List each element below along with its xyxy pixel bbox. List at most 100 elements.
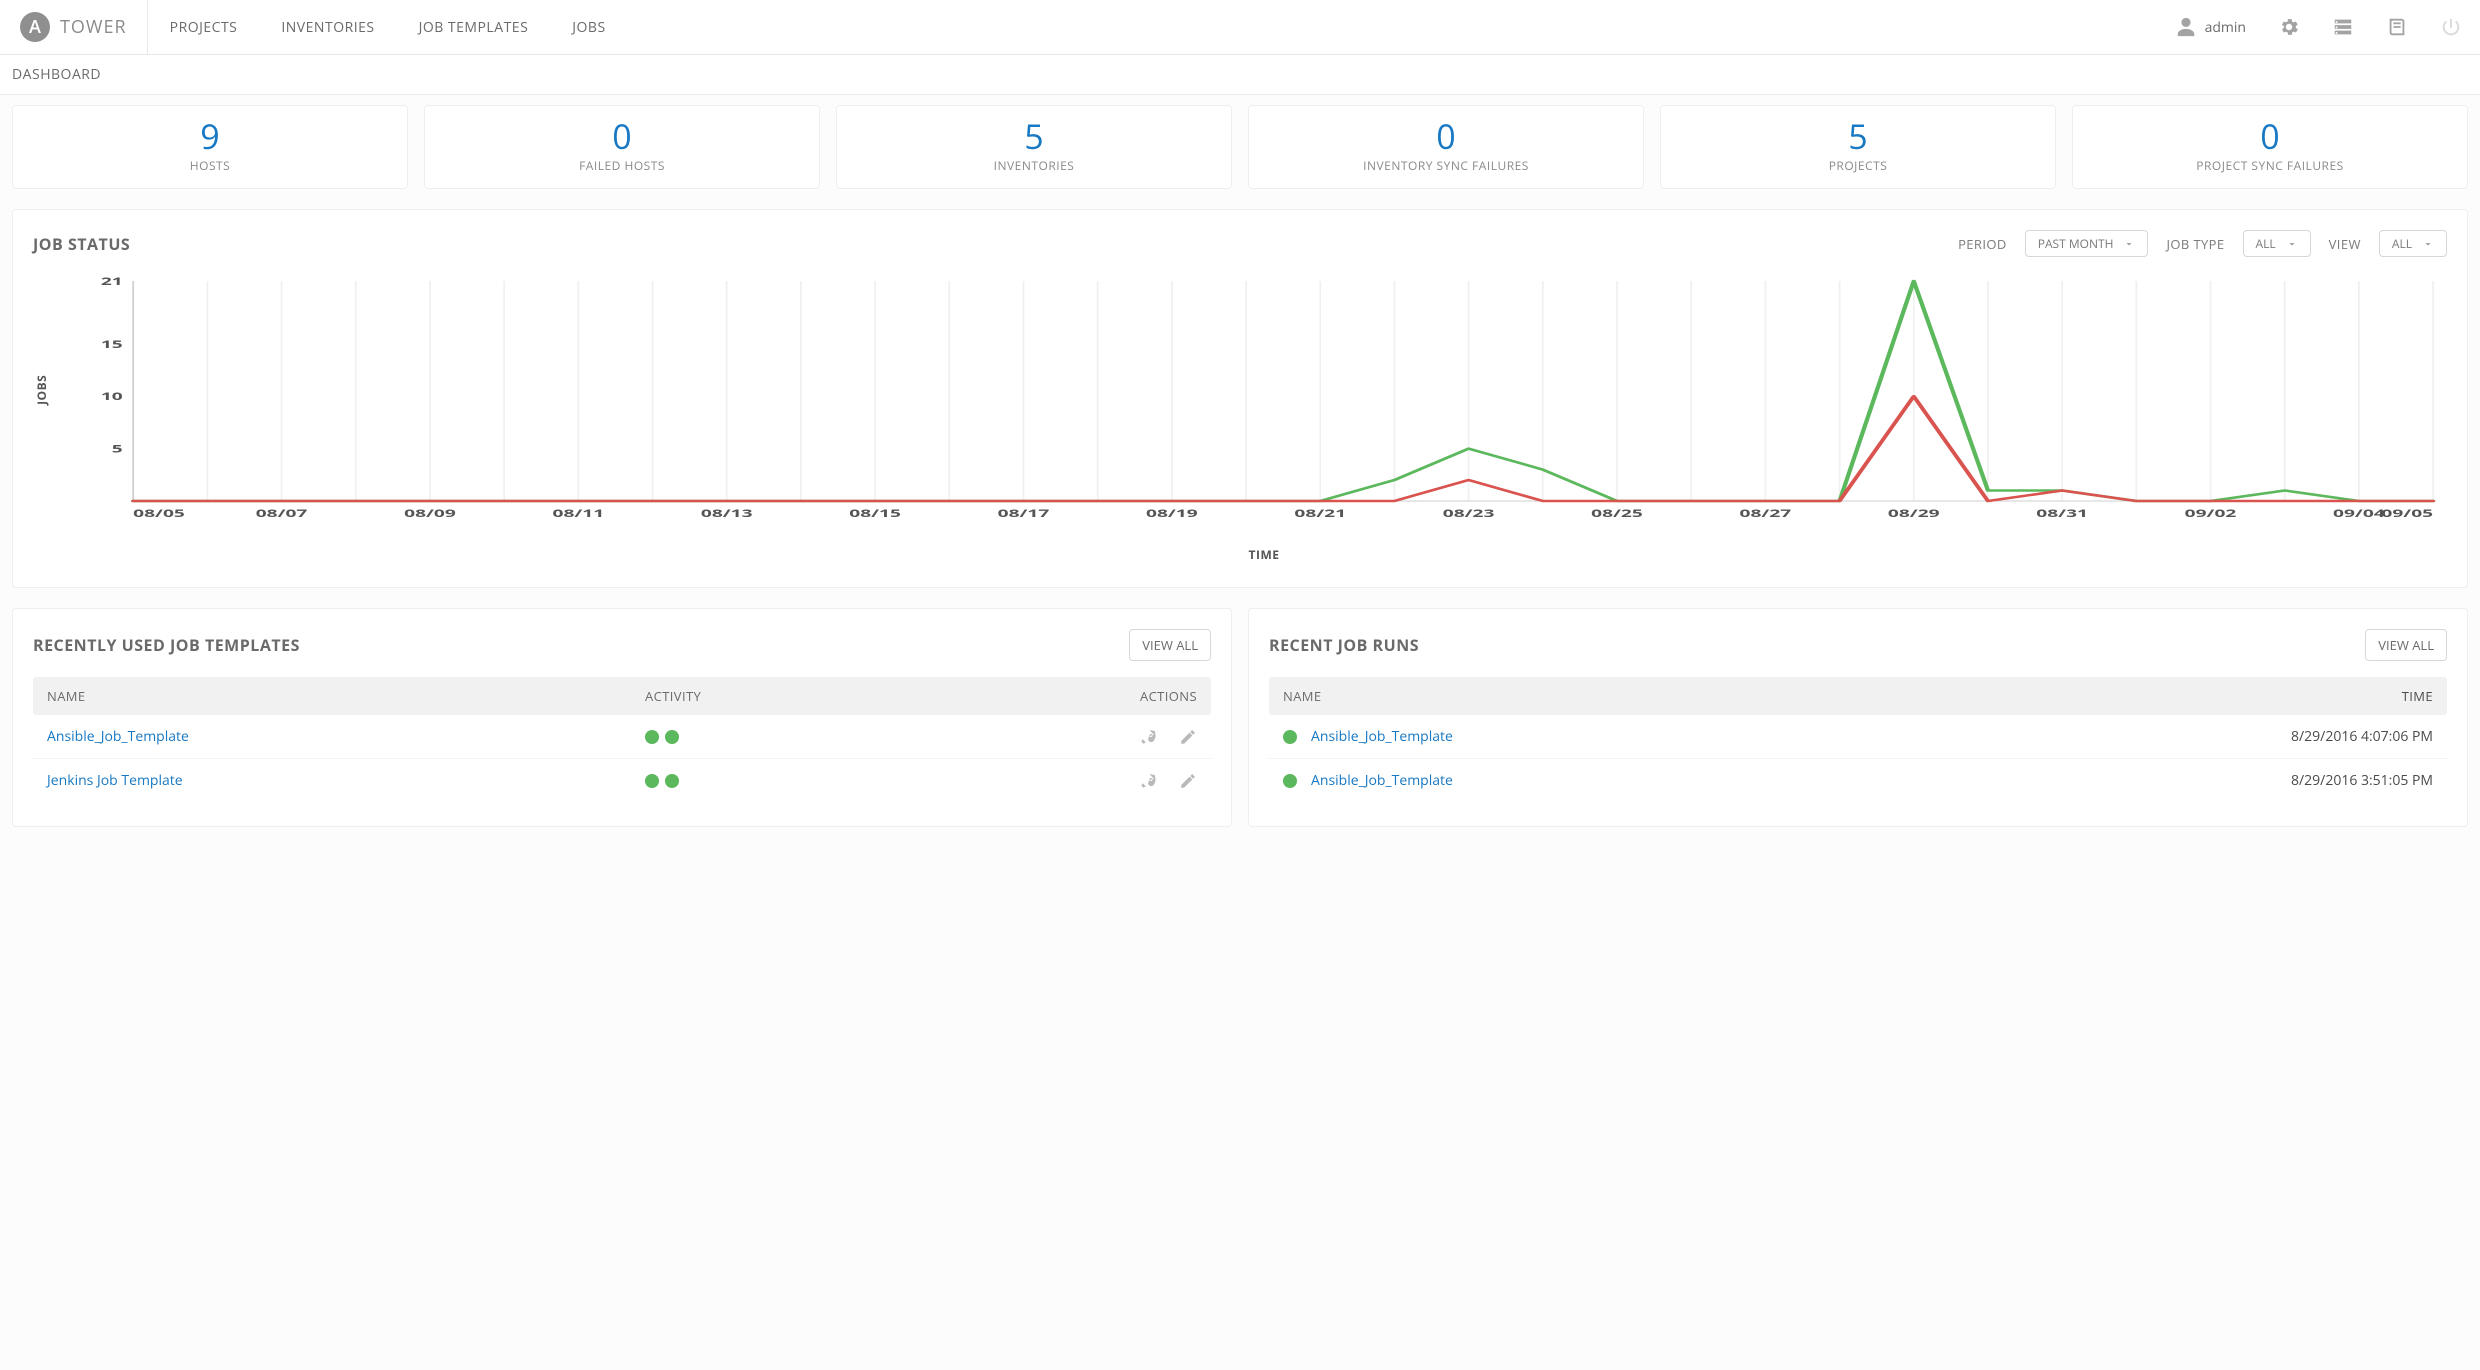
view-all-templates-button[interactable]: VIEW ALL <box>1129 629 1211 661</box>
runs-list-header: NAME TIME <box>1269 677 2447 715</box>
current-user[interactable]: admin <box>2175 16 2246 38</box>
power-icon[interactable] <box>2440 16 2462 38</box>
rocket-icon[interactable] <box>1139 728 1157 746</box>
nav-job-templates[interactable]: JOB TEMPLATES <box>397 0 551 54</box>
table-row: Ansible_Job_Template <box>33 715 1211 759</box>
jobtype-dropdown[interactable]: ALL <box>2243 230 2311 257</box>
svg-text:08/09: 08/09 <box>404 505 456 521</box>
activity-dots <box>645 774 967 788</box>
view-dropdown[interactable]: ALL <box>2379 230 2447 257</box>
panel-title: RECENTLY USED JOB TEMPLATES <box>33 634 300 656</box>
period-dropdown[interactable]: PAST MONTH <box>2025 230 2149 257</box>
chart-ylabel: JOBS <box>33 375 50 405</box>
svg-text:08/29: 08/29 <box>1888 505 1940 521</box>
svg-text:08/11: 08/11 <box>553 505 605 521</box>
svg-text:08/31: 08/31 <box>2036 505 2088 521</box>
tile-value: 5 <box>845 118 1223 155</box>
svg-text:21: 21 <box>101 273 123 289</box>
tile-failed-hosts[interactable]: 0 FAILED HOSTS <box>424 105 820 189</box>
tile-label: FAILED HOSTS <box>433 157 811 174</box>
status-dot-icon <box>1283 774 1297 788</box>
svg-text:08/19: 08/19 <box>1146 505 1198 521</box>
pencil-icon[interactable] <box>1179 728 1197 746</box>
activity-dots <box>645 730 967 744</box>
job-status-panel: JOB STATUS PERIOD PAST MONTH JOB TYPE AL… <box>12 209 2468 588</box>
col-time: TIME <box>2042 687 2433 705</box>
template-link[interactable]: Ansible_Job_Template <box>47 727 189 746</box>
period-label: PERIOD <box>1958 235 2007 253</box>
svg-text:09/04: 09/04 <box>2333 505 2385 521</box>
tile-label: HOSTS <box>21 157 399 174</box>
svg-text:08/23: 08/23 <box>1443 505 1495 521</box>
chevron-down-icon <box>2422 238 2434 250</box>
view-value: ALL <box>2392 235 2412 252</box>
view-label: VIEW <box>2329 235 2361 253</box>
chevron-down-icon <box>2123 238 2135 250</box>
tile-projects[interactable]: 5 PROJECTS <box>1660 105 2056 189</box>
tile-project-sync-failures[interactable]: 0 PROJECT SYNC FAILURES <box>2072 105 2468 189</box>
rocket-icon[interactable] <box>1139 772 1157 790</box>
run-time: 8/29/2016 4:07:06 PM <box>2042 727 2433 746</box>
table-row: Ansible_Job_Template 8/29/2016 3:51:05 PM <box>1269 759 2447 802</box>
tile-value: 0 <box>1257 118 1635 155</box>
breadcrumb: DASHBOARD <box>0 55 2480 95</box>
col-actions: ACTIONS <box>967 687 1197 705</box>
svg-text:09/02: 09/02 <box>2185 505 2237 521</box>
col-activity: ACTIVITY <box>645 687 967 705</box>
job-status-chart: 510152108/0508/0708/0908/1108/1308/1508/… <box>81 271 2447 531</box>
job-status-chart-wrap: JOBS 510152108/0508/0708/0908/1108/1308/… <box>33 271 2447 563</box>
brand-text: TOWER <box>60 15 127 39</box>
tile-hosts[interactable]: 9 HOSTS <box>12 105 408 189</box>
col-name: NAME <box>1283 687 2042 705</box>
jobtype-label: JOB TYPE <box>2166 235 2224 253</box>
success-dot-icon <box>645 774 659 788</box>
view-all-runs-button[interactable]: VIEW ALL <box>2365 629 2447 661</box>
brand[interactable]: A TOWER <box>0 0 148 54</box>
svg-text:09/05: 09/05 <box>2381 505 2433 521</box>
templates-list-header: NAME ACTIVITY ACTIONS <box>33 677 1211 715</box>
gear-icon[interactable] <box>2278 16 2300 38</box>
svg-text:08/05: 08/05 <box>133 505 185 521</box>
template-link[interactable]: Jenkins Job Template <box>47 771 183 790</box>
tile-value: 0 <box>433 118 811 155</box>
col-name: NAME <box>47 687 645 705</box>
tile-inventory-sync-failures[interactable]: 0 INVENTORY SYNC FAILURES <box>1248 105 1644 189</box>
svg-text:08/25: 08/25 <box>1591 505 1643 521</box>
book-icon[interactable] <box>2386 16 2408 38</box>
panel-title: RECENT JOB RUNS <box>1269 634 1419 656</box>
svg-text:08/13: 08/13 <box>701 505 753 521</box>
top-nav-right: admin <box>2175 16 2480 38</box>
svg-text:08/17: 08/17 <box>998 505 1050 521</box>
chart-xlabel: TIME <box>81 546 2447 563</box>
svg-text:08/21: 08/21 <box>1294 505 1346 521</box>
run-time: 8/29/2016 3:51:05 PM <box>2042 771 2433 790</box>
svg-text:15: 15 <box>101 336 123 352</box>
current-user-name: admin <box>2205 18 2246 37</box>
tile-value: 5 <box>1669 118 2047 155</box>
chevron-down-icon <box>2286 238 2298 250</box>
tile-inventories[interactable]: 5 INVENTORIES <box>836 105 1232 189</box>
tile-label: PROJECTS <box>1669 157 2047 174</box>
stat-tiles: 9 HOSTS 0 FAILED HOSTS 5 INVENTORIES 0 I… <box>0 95 2480 199</box>
nav-inventories[interactable]: INVENTORIES <box>259 0 396 54</box>
table-row: Ansible_Job_Template 8/29/2016 4:07:06 PM <box>1269 715 2447 759</box>
svg-text:08/15: 08/15 <box>849 505 901 521</box>
brand-logo-icon: A <box>20 12 50 42</box>
recent-templates-panel: RECENTLY USED JOB TEMPLATES VIEW ALL NAM… <box>12 608 1232 827</box>
server-icon[interactable] <box>2332 16 2354 38</box>
primary-nav: PROJECTS INVENTORIES JOB TEMPLATES JOBS <box>148 0 628 54</box>
run-link[interactable]: Ansible_Job_Template <box>1311 771 1453 790</box>
nav-projects[interactable]: PROJECTS <box>148 0 260 54</box>
success-dot-icon <box>665 730 679 744</box>
nav-jobs[interactable]: JOBS <box>550 0 627 54</box>
table-row: Jenkins Job Template <box>33 759 1211 802</box>
period-value: PAST MONTH <box>2038 235 2114 252</box>
svg-text:08/27: 08/27 <box>1740 505 1792 521</box>
success-dot-icon <box>665 774 679 788</box>
tile-value: 0 <box>2081 118 2459 155</box>
success-dot-icon <box>645 730 659 744</box>
run-link[interactable]: Ansible_Job_Template <box>1311 727 1453 746</box>
tile-label: INVENTORY SYNC FAILURES <box>1257 157 1635 174</box>
pencil-icon[interactable] <box>1179 772 1197 790</box>
user-icon <box>2175 16 2197 38</box>
